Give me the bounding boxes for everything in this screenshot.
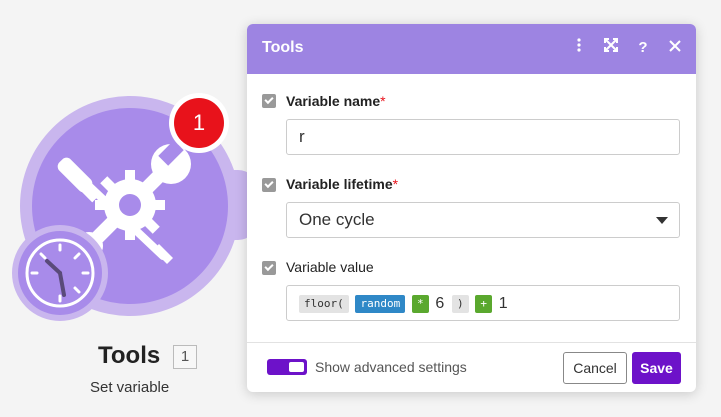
panel-body: Variable name* r Variable lifetime* One … — [247, 74, 696, 342]
function-token-close[interactable]: ) — [451, 294, 469, 313]
cancel-button[interactable]: Cancel — [563, 352, 627, 384]
module-id: 1 — [173, 345, 197, 369]
variable-value-input[interactable]: floor( random * 6 ) + 1 — [286, 285, 680, 321]
save-button[interactable]: Save — [632, 352, 681, 384]
clock-badge — [12, 225, 108, 321]
collapse-checkbox-variable-lifetime[interactable] — [262, 178, 276, 192]
error-count-badge[interactable]: 1 — [174, 98, 224, 148]
panel-header: Tools ? — [247, 24, 696, 74]
clock-icon — [25, 238, 95, 308]
variable-name-label: Variable name* — [286, 93, 386, 109]
module-node[interactable]: 1 Tools 1 Set variable — [0, 0, 258, 417]
module-subtitle: Set variable — [90, 379, 170, 396]
function-token-floor[interactable]: floor( — [299, 294, 349, 313]
literal-token: 1 — [498, 294, 508, 312]
operator-token-plus[interactable]: + — [475, 294, 492, 313]
variable-lifetime-label: Variable lifetime* — [286, 176, 399, 192]
function-token-random[interactable]: random — [355, 294, 406, 313]
toggle-knob — [289, 362, 304, 372]
chevron-down-icon — [656, 217, 668, 224]
operator-token-multiply[interactable]: * — [411, 294, 429, 313]
variable-value-label: Variable value — [286, 259, 374, 275]
expand-icon[interactable] — [604, 38, 618, 58]
panel-title: Tools — [262, 39, 304, 56]
panel-footer: Show advanced settings Cancel Save — [247, 342, 696, 392]
advanced-settings-toggle[interactable] — [267, 359, 307, 375]
module-title: Tools — [98, 342, 161, 369]
more-vertical-icon[interactable] — [572, 38, 586, 58]
variable-name-input[interactable]: r — [286, 119, 680, 155]
variable-lifetime-value: One cycle — [299, 210, 375, 229]
advanced-settings-label: Show advanced settings — [315, 359, 467, 375]
variable-lifetime-select[interactable]: One cycle — [286, 202, 680, 238]
collapse-checkbox-variable-value[interactable] — [262, 261, 276, 275]
collapse-checkbox-variable-name[interactable] — [262, 94, 276, 108]
close-icon[interactable] — [668, 38, 682, 58]
help-icon[interactable]: ? — [636, 38, 650, 58]
literal-token: 6 — [435, 294, 445, 312]
module-settings-panel: Tools ? Variable name* r Variable lifeti… — [247, 24, 696, 392]
